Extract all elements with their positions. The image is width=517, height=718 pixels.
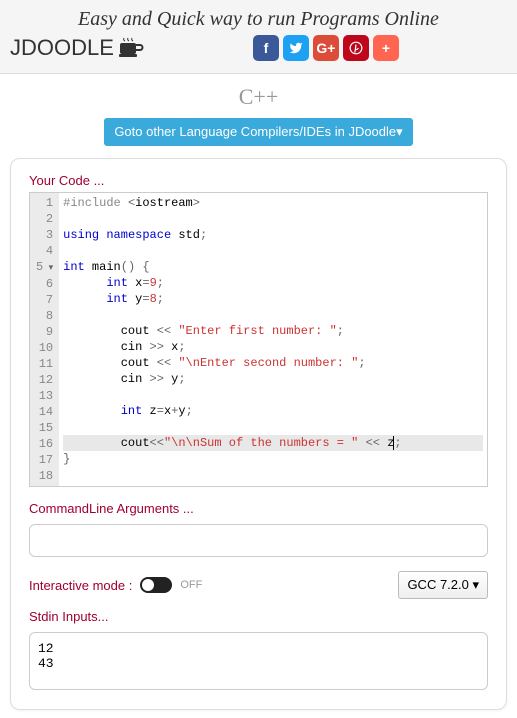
code-editor[interactable]: 12345 ▾6789101112131415161718 #include <… (29, 192, 488, 487)
goto-compilers-button[interactable]: Goto other Language Compilers/IDEs in JD… (104, 118, 412, 146)
stdin-input[interactable] (29, 632, 488, 690)
compiler-select[interactable]: GCC 7.2.0 ▾ (398, 571, 488, 599)
main-panel: Your Code ... 12345 ▾6789101112131415161… (10, 158, 507, 710)
logo[interactable]: JDOODLE (10, 35, 145, 61)
more-share-button[interactable]: + (373, 35, 399, 61)
interactive-mode: Interactive mode : OFF (29, 577, 202, 593)
social-buttons: f G+ + (253, 35, 399, 61)
line-gutter: 12345 ▾6789101112131415161718 (30, 193, 59, 486)
twitter-button[interactable] (283, 35, 309, 61)
tagline: Easy and Quick way to run Programs Onlin… (0, 8, 517, 31)
mode-row: Interactive mode : OFF GCC 7.2.0 ▾ (29, 571, 488, 599)
logo-row: JDOODLE f G+ + (0, 31, 517, 65)
intmode-state: OFF (180, 579, 202, 591)
code-area[interactable]: #include <iostream>using namespace std;i… (59, 193, 487, 486)
cmdargs-input[interactable] (29, 524, 488, 557)
language-text: C++ (239, 84, 279, 109)
intmode-toggle[interactable] (140, 577, 172, 593)
facebook-button[interactable]: f (253, 35, 279, 61)
your-code-label: Your Code ... (29, 173, 488, 188)
language-label: C++ (0, 84, 517, 110)
logo-text: JDOODLE (10, 35, 114, 61)
stdin-label: Stdin Inputs... (29, 609, 488, 624)
header: Easy and Quick way to run Programs Onlin… (0, 0, 517, 74)
cup-icon (117, 37, 145, 59)
cmdargs-label: CommandLine Arguments ... (29, 501, 488, 516)
googleplus-button[interactable]: G+ (313, 35, 339, 61)
pinterest-button[interactable] (343, 35, 369, 61)
intmode-label: Interactive mode : (29, 578, 132, 593)
